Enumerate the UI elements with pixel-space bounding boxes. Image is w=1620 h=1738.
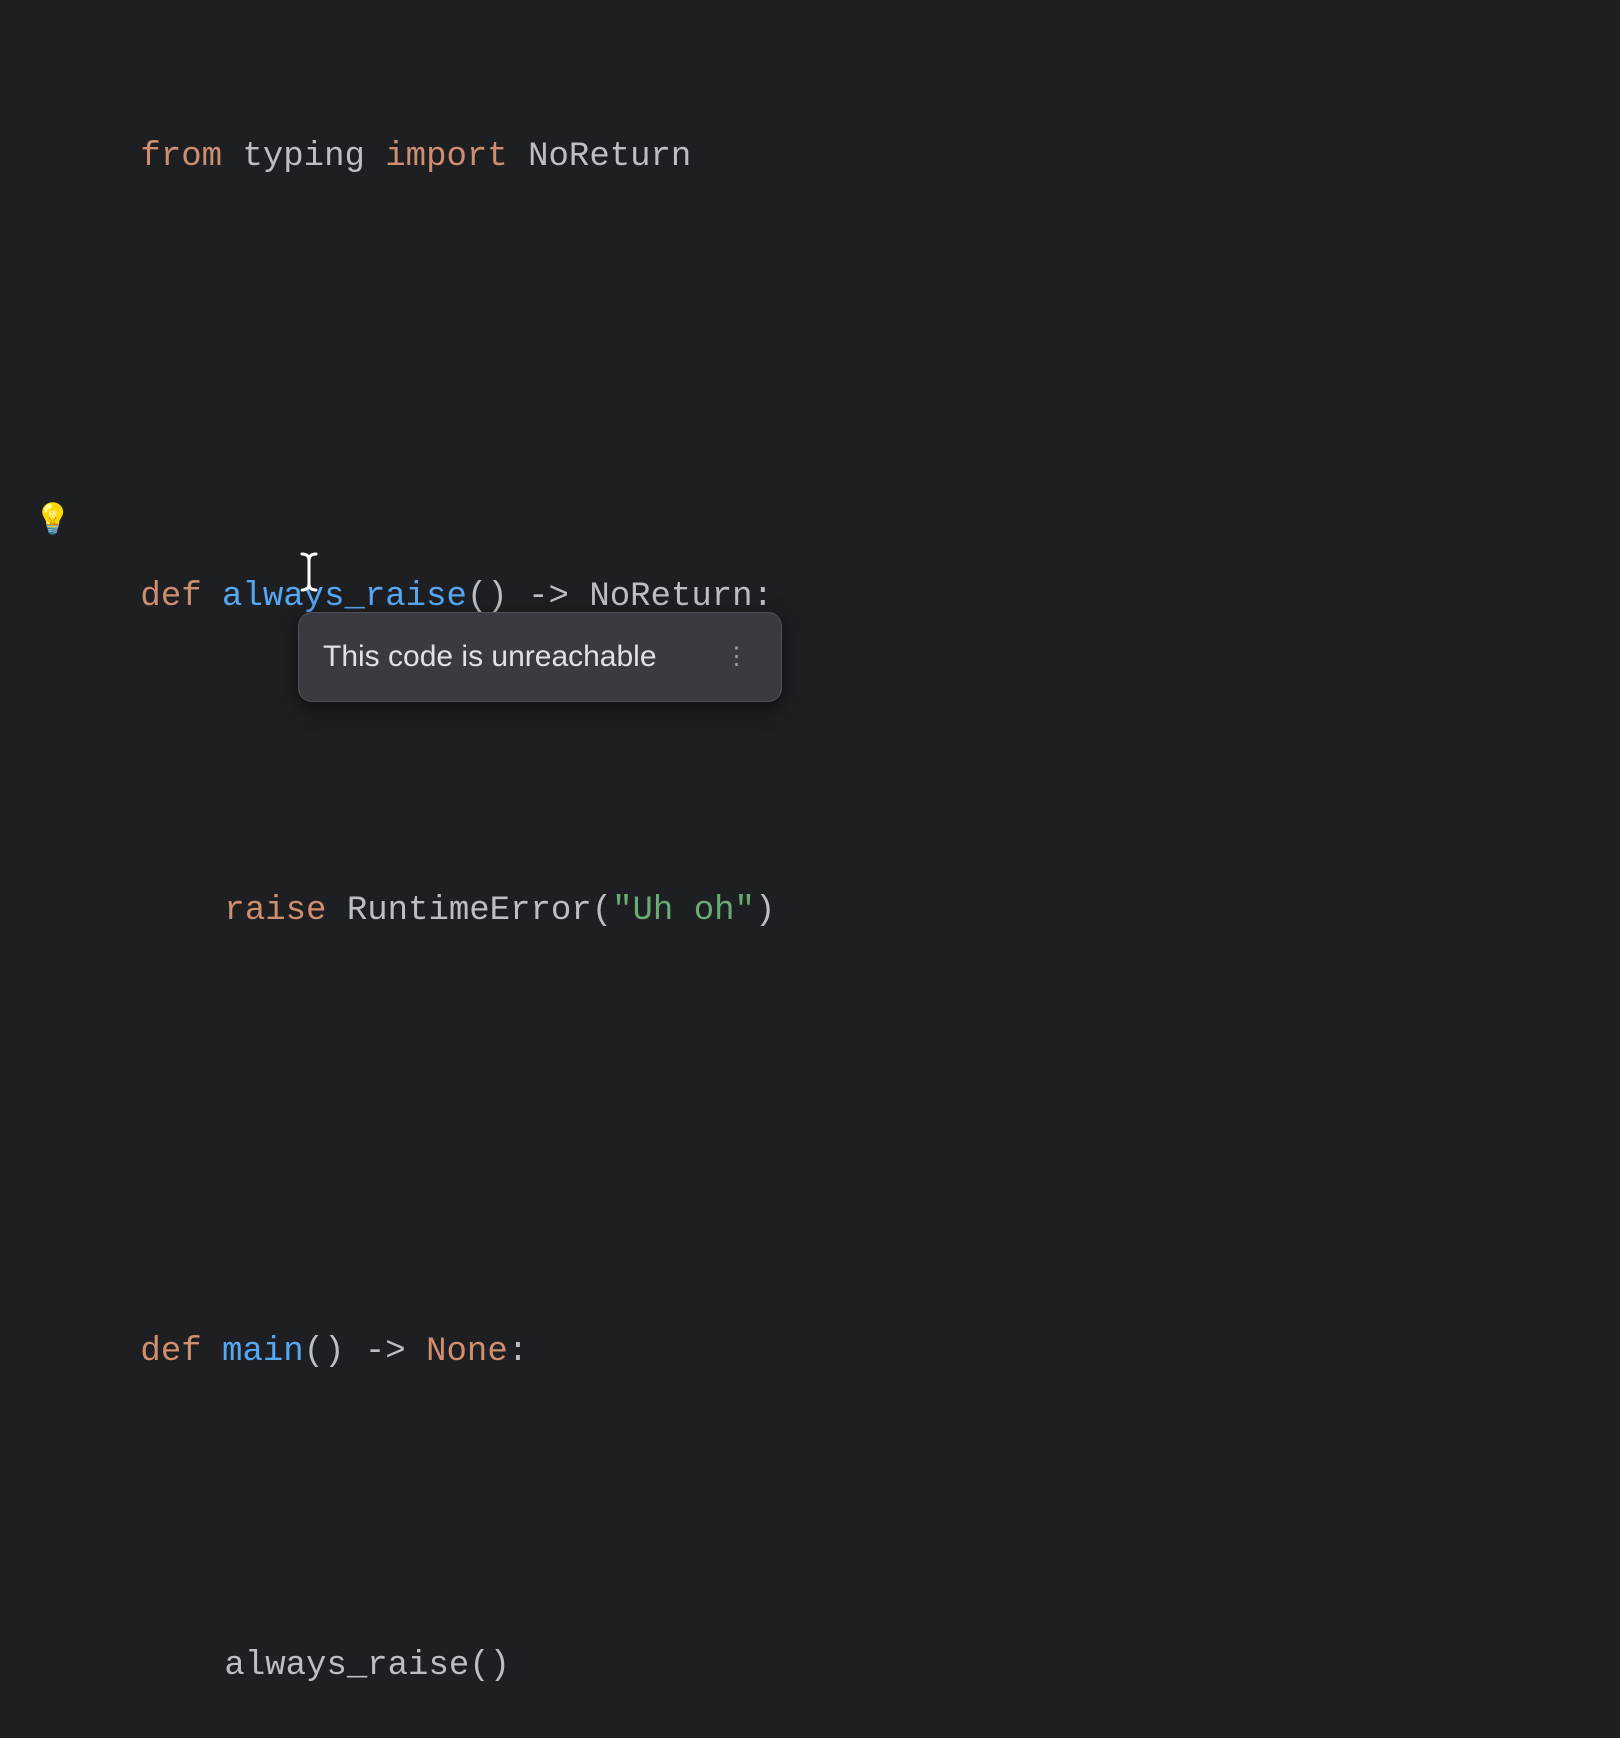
code-line-8[interactable]: def main() -> None:	[18, 1195, 1620, 1509]
keyword-from: from	[140, 138, 222, 176]
colon: :	[508, 1333, 528, 1371]
diagnostic-tooltip: This code is unreachable ⋮	[298, 612, 782, 702]
code-line-7[interactable]	[18, 1132, 1620, 1195]
string-literal: "Uh oh"	[612, 892, 755, 930]
colon: :	[753, 578, 773, 616]
exception-class: RuntimeError	[347, 892, 592, 930]
rparen: )	[755, 892, 775, 930]
lightbulb-icon[interactable]: 💡	[34, 495, 71, 551]
function-name: always_raise	[222, 578, 467, 616]
keyword-def: def	[140, 1333, 201, 1371]
keyword-import: import	[385, 138, 507, 176]
return-type: None	[426, 1333, 508, 1371]
parens: ()	[469, 1647, 510, 1685]
lparen: (	[592, 892, 612, 930]
tooltip-more-icon[interactable]: ⋮	[717, 633, 757, 681]
parens: ()	[467, 578, 508, 616]
code-line-9[interactable]: always_raise()	[18, 1509, 1620, 1738]
function-name: main	[222, 1333, 304, 1371]
keyword-def: def	[140, 578, 201, 616]
return-type: NoReturn	[589, 578, 752, 616]
function-call: always_raise	[224, 1647, 469, 1685]
arrow: ->	[508, 578, 590, 616]
parens: ()	[304, 1333, 345, 1371]
code-editor[interactable]: from typing import NoReturn def always_r…	[18, 0, 1620, 1738]
code-line-2[interactable]	[18, 314, 1620, 377]
code-line-5[interactable]: raise RuntimeError("Uh oh")	[18, 755, 1620, 1069]
arrow: ->	[344, 1333, 426, 1371]
code-line-1[interactable]: from typing import NoReturn	[18, 0, 1620, 314]
code-line-4[interactable]: def always_raise() -> NoReturn:	[18, 440, 1620, 754]
tooltip-message: This code is unreachable	[323, 629, 657, 685]
code-line-3[interactable]	[18, 377, 1620, 440]
imported-name: NoReturn	[528, 138, 691, 176]
code-line-6[interactable]	[18, 1069, 1620, 1132]
keyword-raise: raise	[224, 892, 326, 930]
module-name: typing	[242, 138, 364, 176]
